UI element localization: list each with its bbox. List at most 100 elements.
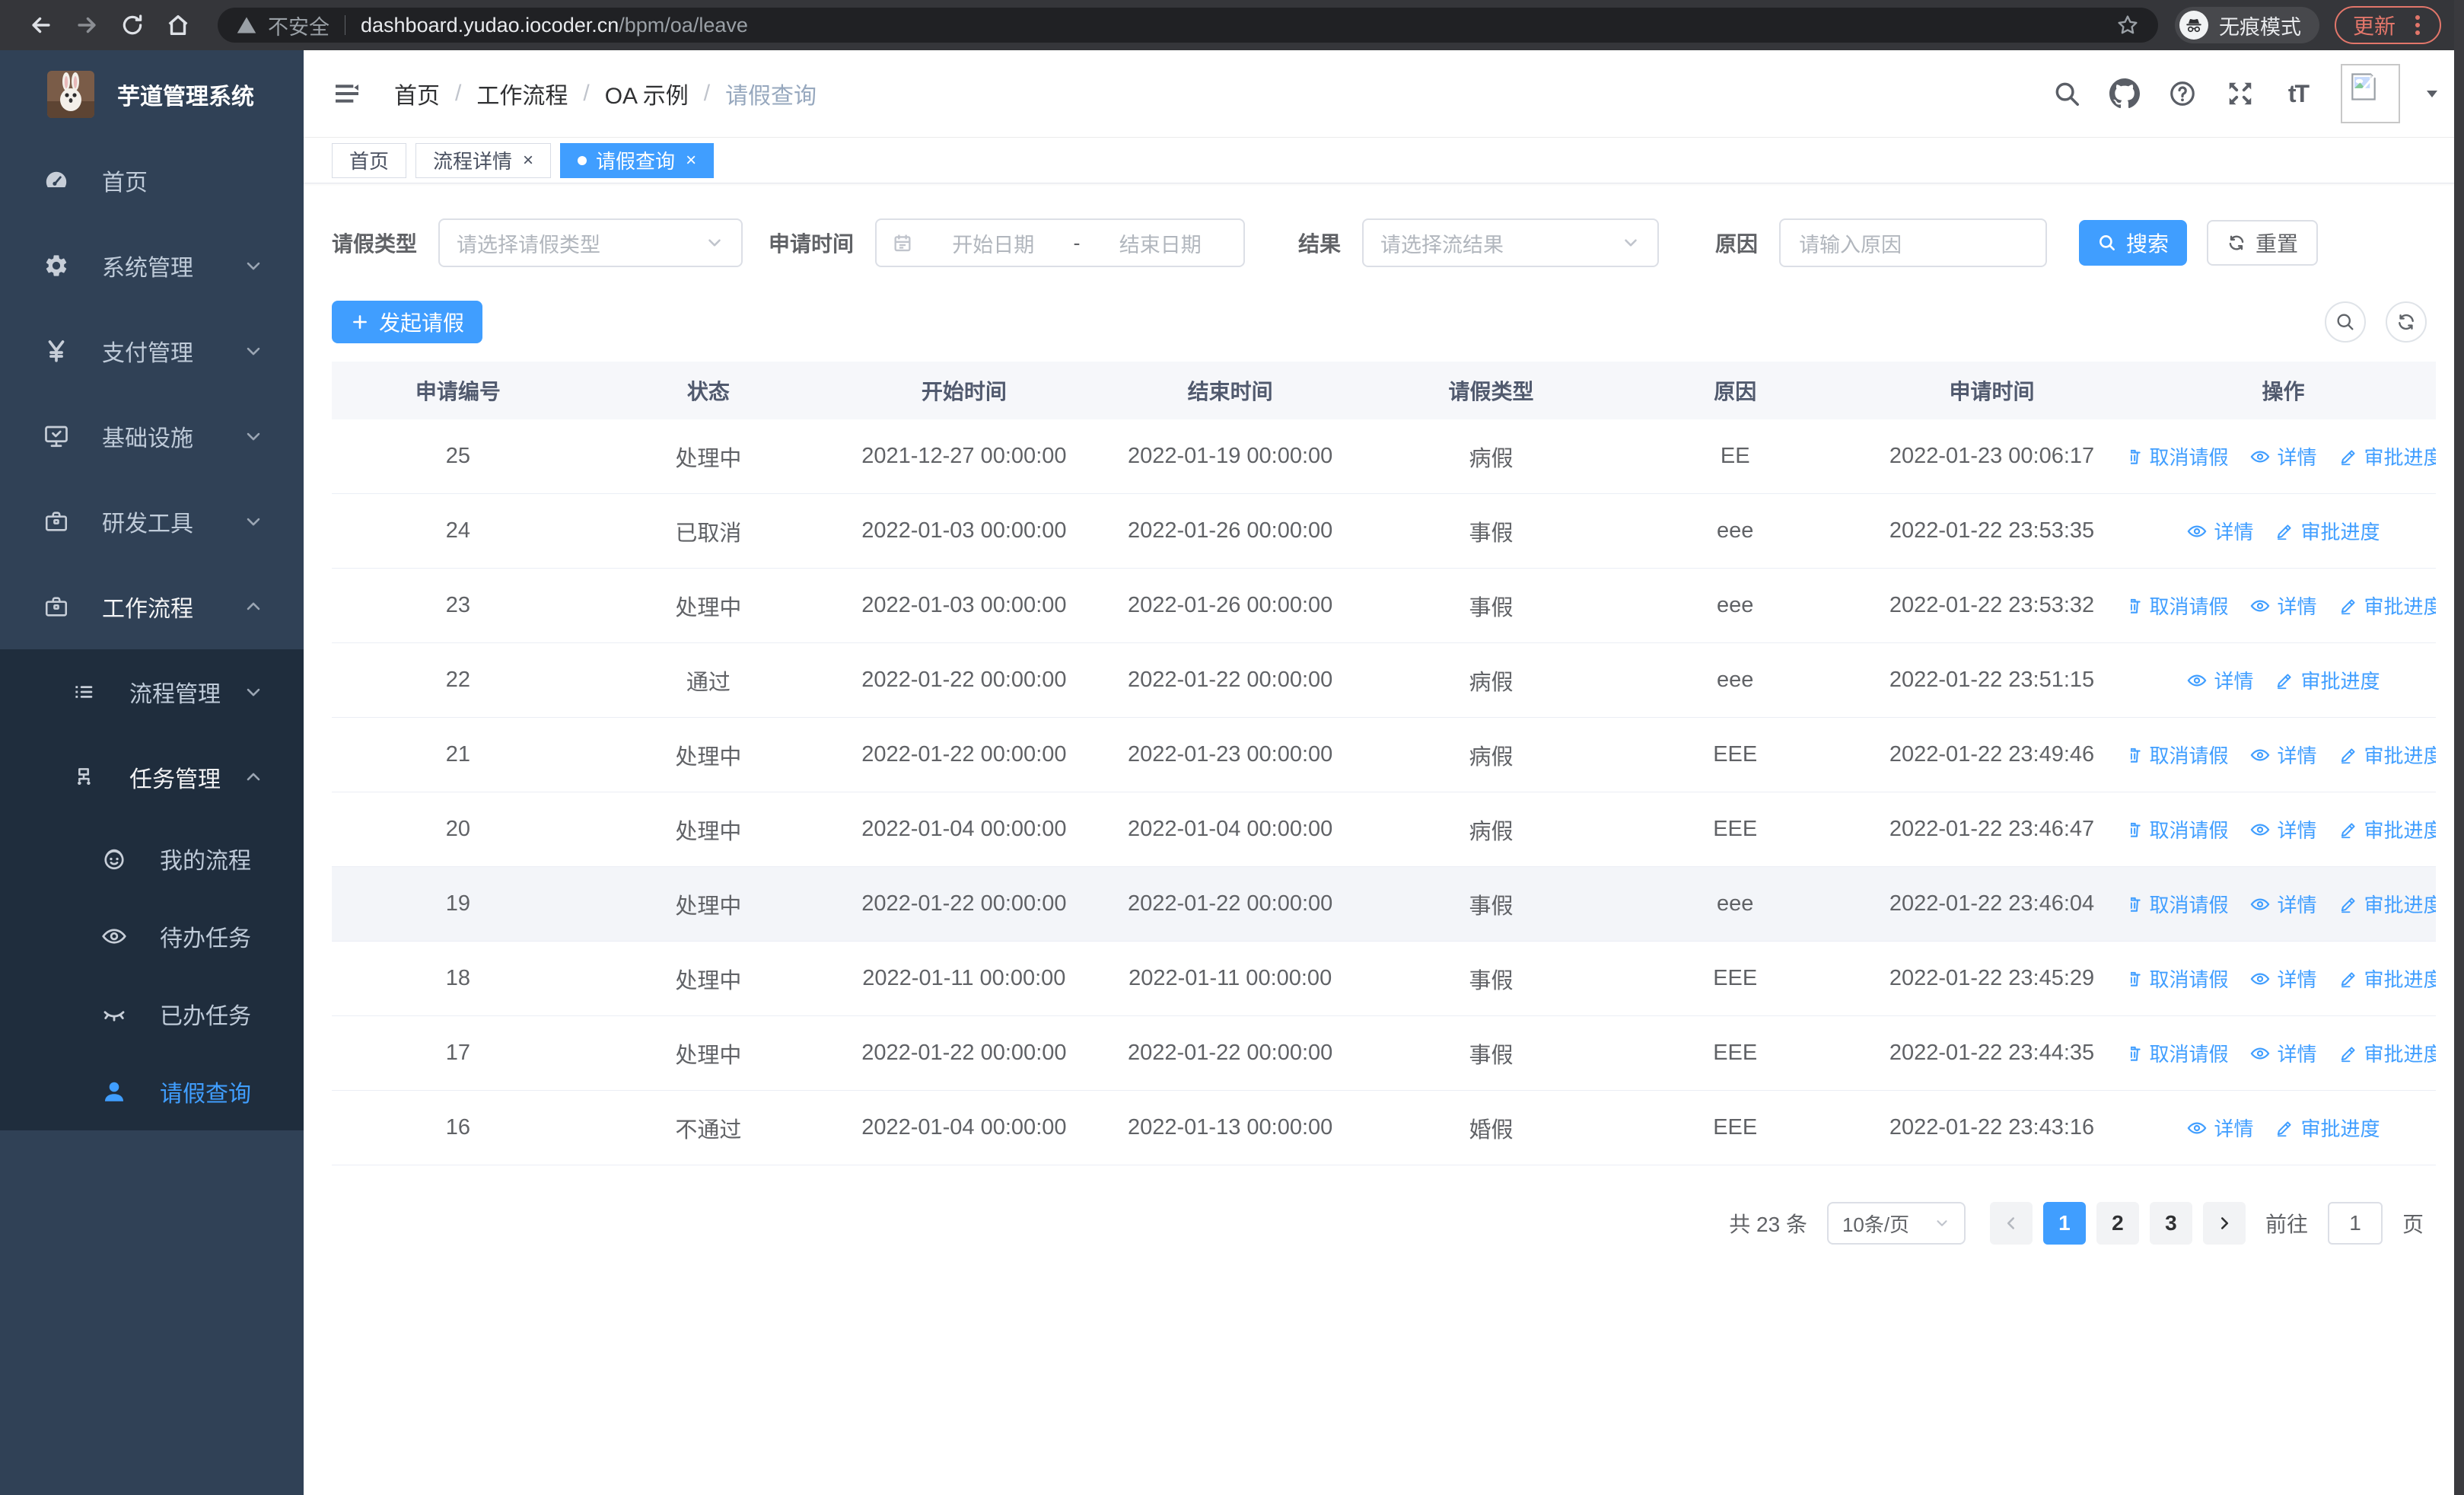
help-icon[interactable] [2167, 78, 2198, 109]
detail-action-link[interactable]: 详情 [2249, 890, 2317, 918]
browser-forward-icon[interactable] [64, 2, 110, 48]
table-search-toggle-icon[interactable] [2325, 301, 2366, 343]
table-row-23[interactable]: 23 处理中 2022-01-03 00:00:00 2022-01-26 00:00… [332, 569, 2436, 643]
table-row-19[interactable]: 19 处理中 2022-01-22 00:00:00 2022-01-22 00:00… [332, 867, 2436, 942]
sidebar-item-home[interactable]: 首页 [0, 138, 304, 223]
search-button[interactable]: 搜索 [2079, 220, 2188, 266]
sidebar-item-process-mgmt[interactable]: 流程管理 [0, 649, 304, 735]
detail-action-link[interactable]: 详情 [2249, 591, 2317, 620]
cancel-action-link[interactable]: 取消请假 [2131, 815, 2228, 843]
table-row-16[interactable]: 16 不通过 2022-01-04 00:00:00 2022-01-13 00:00… [332, 1091, 2436, 1165]
fullscreen-icon[interactable] [2225, 78, 2255, 109]
cancel-action-link[interactable]: 取消请假 [2131, 442, 2228, 470]
sidebar-item-leave-query[interactable]: 请假查询 [0, 1053, 304, 1130]
detail-action-link[interactable]: 详情 [2186, 517, 2253, 545]
reason-input[interactable]: 请输入原因 [1779, 218, 2048, 267]
reset-button[interactable]: 重置 [2207, 220, 2319, 266]
detail-action-link[interactable]: 详情 [2249, 741, 2317, 769]
delete-icon [2131, 894, 2143, 914]
progress-action-link[interactable]: 审批进度 [2338, 442, 2436, 470]
table-row-24[interactable]: 24 已取消 2022-01-03 00:00:00 2022-01-26 00:00… [332, 494, 2436, 569]
cancel-action-link[interactable]: 取消请假 [2131, 1039, 2228, 1067]
browser-back-icon[interactable] [18, 2, 64, 48]
browser-reload-icon[interactable] [110, 2, 155, 48]
tab-close-icon[interactable]: × [686, 150, 696, 171]
view-tab-1[interactable]: 流程详情 × [415, 142, 552, 178]
table-row-17[interactable]: 17 处理中 2022-01-22 00:00:00 2022-01-22 00:00… [332, 1016, 2436, 1091]
table-row-25[interactable]: 25 处理中 2021-12-27 00:00:00 2022-01-19 00:00… [332, 419, 2436, 494]
sidebar-item-infrastructure[interactable]: 基础设施 [0, 394, 304, 479]
result-select[interactable]: 请选择流结果 [1362, 218, 1660, 267]
header-search-icon[interactable] [2052, 78, 2082, 109]
cell-reason: EEE [1713, 1115, 1758, 1140]
security-label[interactable]: 不安全 [268, 11, 329, 40]
table-row-20[interactable]: 20 处理中 2022-01-04 00:00:00 2022-01-04 00:00… [332, 792, 2436, 867]
prev-page-button[interactable] [1989, 1202, 2033, 1245]
font-size-icon[interactable]: tT [2283, 78, 2313, 109]
cancel-action-link[interactable]: 取消请假 [2131, 964, 2228, 993]
cancel-action-link[interactable]: 取消请假 [2131, 591, 2228, 620]
page-size-select[interactable]: 10条/页 [1826, 1202, 1966, 1245]
github-icon[interactable] [2109, 78, 2140, 109]
view-tab-0[interactable]: 首页 [332, 142, 407, 178]
sidebar-item-done-tasks[interactable]: 已办任务 [0, 975, 304, 1053]
window-scrollbar[interactable] [2454, 0, 2464, 1495]
cancel-action-link[interactable]: 取消请假 [2131, 890, 2228, 918]
sidebar-item-my-process[interactable]: 我的流程 [0, 820, 304, 897]
progress-action-link[interactable]: 审批进度 [2338, 741, 2436, 769]
leave-type-select[interactable]: 请选择请假类型 [438, 218, 743, 267]
table-row-22[interactable]: 22 通过 2022-01-22 00:00:00 2022-01-22 00:00:… [332, 643, 2436, 718]
sidebar-item-task-mgmt[interactable]: 任务管理 [0, 735, 304, 820]
sidebar-item-devtools[interactable]: 研发工具 [0, 479, 304, 564]
progress-action-link[interactable]: 审批进度 [2275, 1114, 2380, 1142]
progress-action-link[interactable]: 审批进度 [2338, 964, 2436, 993]
page-button-3[interactable]: 3 [2149, 1202, 2192, 1245]
next-page-button[interactable] [2202, 1202, 2246, 1245]
cell-apply_time: 2022-01-22 23:49:46 [1889, 742, 2095, 767]
page-button-2[interactable]: 2 [2096, 1202, 2139, 1245]
create-leave-button[interactable]: 发起请假 [332, 301, 482, 343]
avatar-caret-icon[interactable] [2423, 84, 2441, 103]
progress-action-link[interactable]: 审批进度 [2275, 517, 2380, 545]
detail-action-link[interactable]: 详情 [2186, 1114, 2253, 1142]
cell-apply_time: 2022-01-22 23:53:32 [1889, 593, 2095, 617]
cell-leave_type: 病假 [1469, 670, 1514, 695]
detail-action-link[interactable]: 详情 [2249, 815, 2317, 843]
date-end-placeholder[interactable]: 结束日期 [1093, 228, 1229, 258]
table-row-18[interactable]: 18 处理中 2022-01-11 00:00:00 2022-01-11 00:00… [332, 942, 2436, 1016]
cancel-action-link[interactable]: 取消请假 [2131, 741, 2228, 769]
progress-action-link[interactable]: 审批进度 [2275, 666, 2380, 694]
goto-page-input[interactable]: 1 [2327, 1202, 2383, 1245]
cell-reason: EEE [1713, 966, 1758, 990]
progress-action-link[interactable]: 审批进度 [2338, 890, 2436, 918]
url-bar[interactable]: 不安全 dashboard.yudao.iocoder.cn/bpm/oa/le… [218, 8, 2158, 43]
browser-menu-icon[interactable] [2408, 14, 2427, 37]
user-avatar[interactable] [2341, 64, 2400, 123]
page-button-1[interactable]: 1 [2042, 1202, 2086, 1245]
app-logo[interactable]: 芋道管理系统 [0, 50, 304, 138]
cell-apply_time: 2022-01-22 23:43:16 [1889, 1115, 2095, 1140]
progress-action-link[interactable]: 审批进度 [2338, 591, 2436, 620]
sidebar-item-system[interactable]: 系统管理 [0, 223, 304, 308]
table-row-21[interactable]: 21 处理中 2022-01-22 00:00:00 2022-01-23 00:00… [332, 718, 2436, 792]
browser-update-button[interactable]: 更新 [2334, 6, 2441, 44]
date-start-placeholder[interactable]: 开始日期 [925, 228, 1062, 258]
tab-close-icon[interactable]: × [523, 150, 533, 171]
bookmark-star-icon[interactable] [2115, 13, 2140, 37]
apply-time-range-picker[interactable]: 开始日期 - 结束日期 [875, 218, 1246, 267]
detail-action-link[interactable]: 详情 [2249, 1039, 2317, 1067]
detail-action-link[interactable]: 详情 [2249, 964, 2317, 993]
browser-home-icon[interactable] [155, 2, 201, 48]
sidebar-item-payment[interactable]: 支付管理 [0, 308, 304, 394]
leave-table: 申请编号 状态 开始时间 结束时间 请假类型 原因 申请时间 操作 25 处理中 2021-12-… [332, 362, 2436, 1165]
table-refresh-icon[interactable] [2386, 301, 2427, 343]
sidebar-item-workflow[interactable]: 工作流程 [0, 564, 304, 649]
sidebar-item-todo-tasks[interactable]: 待办任务 [0, 897, 304, 975]
breadcrumb-home[interactable]: 首页 [394, 77, 440, 110]
progress-action-link[interactable]: 审批进度 [2338, 1039, 2436, 1067]
view-tab-2[interactable]: 请假查询 × [560, 142, 715, 178]
sidebar-toggle-icon[interactable] [332, 78, 362, 109]
detail-action-link[interactable]: 详情 [2249, 442, 2317, 470]
progress-action-link[interactable]: 审批进度 [2338, 815, 2436, 843]
detail-action-link[interactable]: 详情 [2186, 666, 2253, 694]
